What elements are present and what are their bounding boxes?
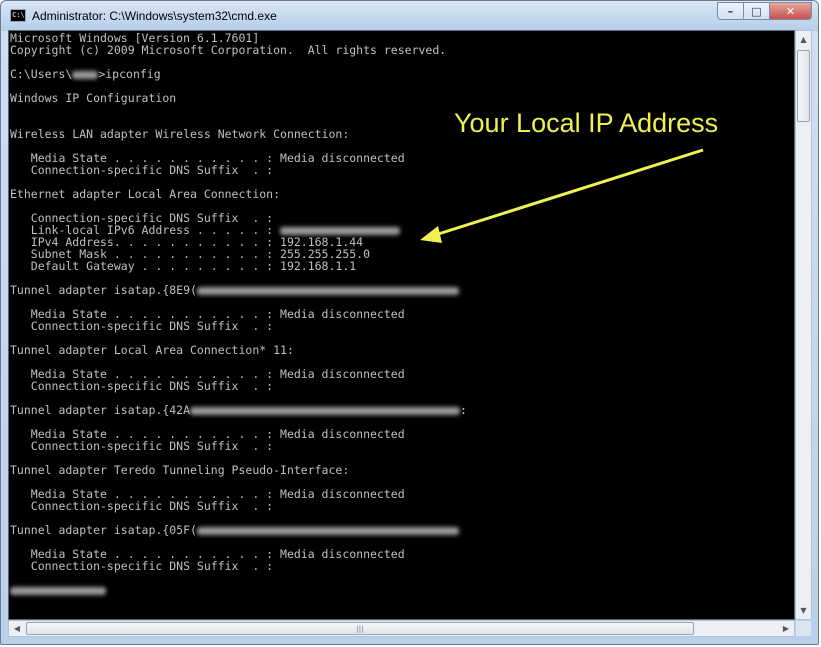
annotation-arrow-line (431, 148, 704, 238)
annotation-arrow-icon (420, 148, 704, 243)
annotation-arrow-head (420, 226, 442, 243)
